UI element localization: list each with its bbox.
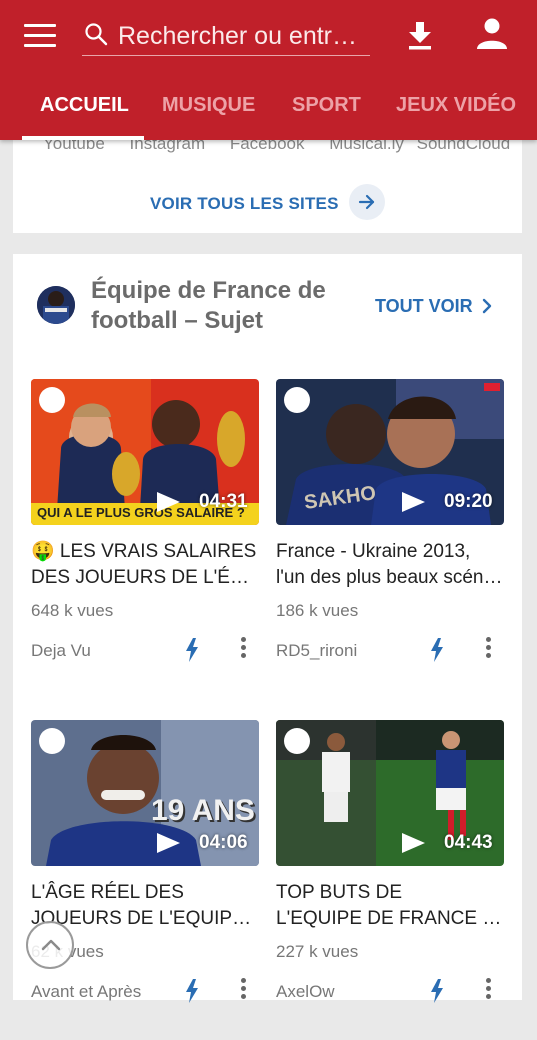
video-duration: 04:43: [444, 832, 493, 853]
video-title[interactable]: TOP BUTS DE L'EQUIPE DE FRANCE - 2018: [276, 880, 504, 932]
video-duration: 04:31: [199, 491, 248, 512]
see-all-label: TOUT VOIR: [375, 296, 473, 316]
search-placeholder: Rechercher ou entrer l'URL: [118, 22, 368, 50]
video-title[interactable]: France - Ukraine 2013, l'un des plus bea…: [276, 539, 504, 591]
video-views: 186 k vues: [276, 601, 359, 620]
topic-card: Équipe de France de football – Sujet TOU…: [13, 254, 522, 1003]
see-all-link[interactable]: TOUT VOIR: [375, 296, 493, 317]
arrow-right-icon: [358, 194, 375, 210]
see-all-sites-link[interactable]: VOIR TOUS LES SITES: [150, 194, 339, 214]
play-icon: [157, 492, 180, 512]
top-toolbar: Rechercher ou entrer l'URL: [0, 0, 537, 72]
video-thumbnail[interactable]: SAKHO 09:20: [276, 379, 504, 525]
topic-title: Équipe de France de football – Sujet: [91, 277, 326, 334]
video-thumbnail[interactable]: QUI A LE PLUS GROS SALAIRE ? 04:31: [31, 379, 259, 525]
play-icon: [402, 492, 425, 512]
chevron-up-icon: [41, 939, 61, 951]
chevron-right-icon: [482, 298, 491, 314]
video-views: 227 k vues: [276, 942, 359, 961]
video-author[interactable]: AxelOw: [276, 982, 335, 1002]
video-thumbnail[interactable]: 19 ANS 04:06: [31, 720, 259, 866]
select-checkbox[interactable]: [39, 387, 65, 413]
search-input[interactable]: Rechercher ou entrer l'URL: [82, 14, 370, 56]
tab-accueil[interactable]: ACCUEIL: [40, 94, 129, 117]
video-title-line1: L'ÂGE RÉEL DES: [31, 882, 184, 903]
video-title[interactable]: L'ÂGE RÉEL DES JOUEURS DE L'EQUIPE DE FR…: [31, 880, 259, 932]
play-icon: [402, 833, 425, 853]
video-card[interactable]: 04:43 TOP BUTS DE L'EQUIPE DE FRANCE - 2…: [276, 720, 504, 1040]
video-card[interactable]: QUI A LE PLUS GROS SALAIRE ? 04:31 🤑 LES…: [31, 379, 259, 699]
search-icon: [85, 23, 108, 46]
video-title[interactable]: 🤑 LES VRAIS SALAIRES DES JOUEURS DE L'ÉQ…: [31, 539, 259, 591]
video-title-line2: DES JOUEURS DE L'ÉQUIPE: [31, 567, 259, 588]
more-options-icon[interactable]: [241, 978, 247, 1000]
active-tab-indicator: [22, 136, 144, 140]
video-title-line1: TOP BUTS DE: [276, 882, 402, 903]
select-checkbox[interactable]: [284, 387, 310, 413]
video-author[interactable]: RD5_rironi: [276, 641, 357, 661]
more-options-icon[interactable]: [241, 637, 247, 659]
bolt-icon[interactable]: [185, 638, 199, 662]
select-checkbox[interactable]: [284, 728, 310, 754]
bolt-icon[interactable]: [185, 979, 199, 1003]
video-author[interactable]: Avant et Après: [31, 982, 141, 1002]
video-title-line2: l'un des plus beaux scénarios: [276, 567, 504, 588]
video-title-line1: France - Ukraine 2013,: [276, 541, 471, 562]
tab-sport[interactable]: SPORT: [292, 94, 361, 117]
scroll-to-top-button[interactable]: [26, 921, 74, 969]
video-thumbnail[interactable]: 04:43: [276, 720, 504, 866]
tab-jeux-video[interactable]: JEUX VIDÉO: [396, 94, 516, 117]
hamburger-menu-icon[interactable]: [24, 24, 56, 48]
category-tabs: ACCUEIL MUSIQUE SPORT JEUX VIDÉO: [0, 80, 537, 140]
app-bar: Rechercher ou entrer l'URL ACCUEIL MUSIQ…: [0, 0, 537, 140]
account-icon[interactable]: [474, 16, 510, 52]
tab-musique[interactable]: MUSIQUE: [162, 94, 255, 117]
channel-avatar[interactable]: [37, 286, 75, 324]
thumbnail-caption: 19 ANS: [151, 794, 255, 827]
video-author[interactable]: Deja Vu: [31, 641, 91, 661]
bolt-icon[interactable]: [430, 638, 444, 662]
bolt-icon[interactable]: [430, 979, 444, 1003]
video-title-line1: 🤑 LES VRAIS SALAIRES: [31, 541, 257, 562]
download-icon[interactable]: [404, 19, 436, 51]
video-views: 648 k vues: [31, 601, 114, 620]
video-card[interactable]: 19 ANS 04:06 L'ÂGE RÉEL DES JOUEURS DE L…: [31, 720, 259, 1040]
play-icon: [157, 833, 180, 853]
video-duration: 04:06: [199, 832, 248, 853]
see-all-sites-button[interactable]: [349, 184, 385, 220]
video-title-line2: L'EQUIPE DE FRANCE - 2018: [276, 908, 504, 929]
video-duration: 09:20: [444, 491, 493, 512]
more-options-icon[interactable]: [486, 978, 492, 1000]
more-options-icon[interactable]: [486, 637, 492, 659]
select-checkbox[interactable]: [39, 728, 65, 754]
video-card[interactable]: SAKHO 09:20 France - Ukraine 2013, l'un …: [276, 379, 504, 699]
